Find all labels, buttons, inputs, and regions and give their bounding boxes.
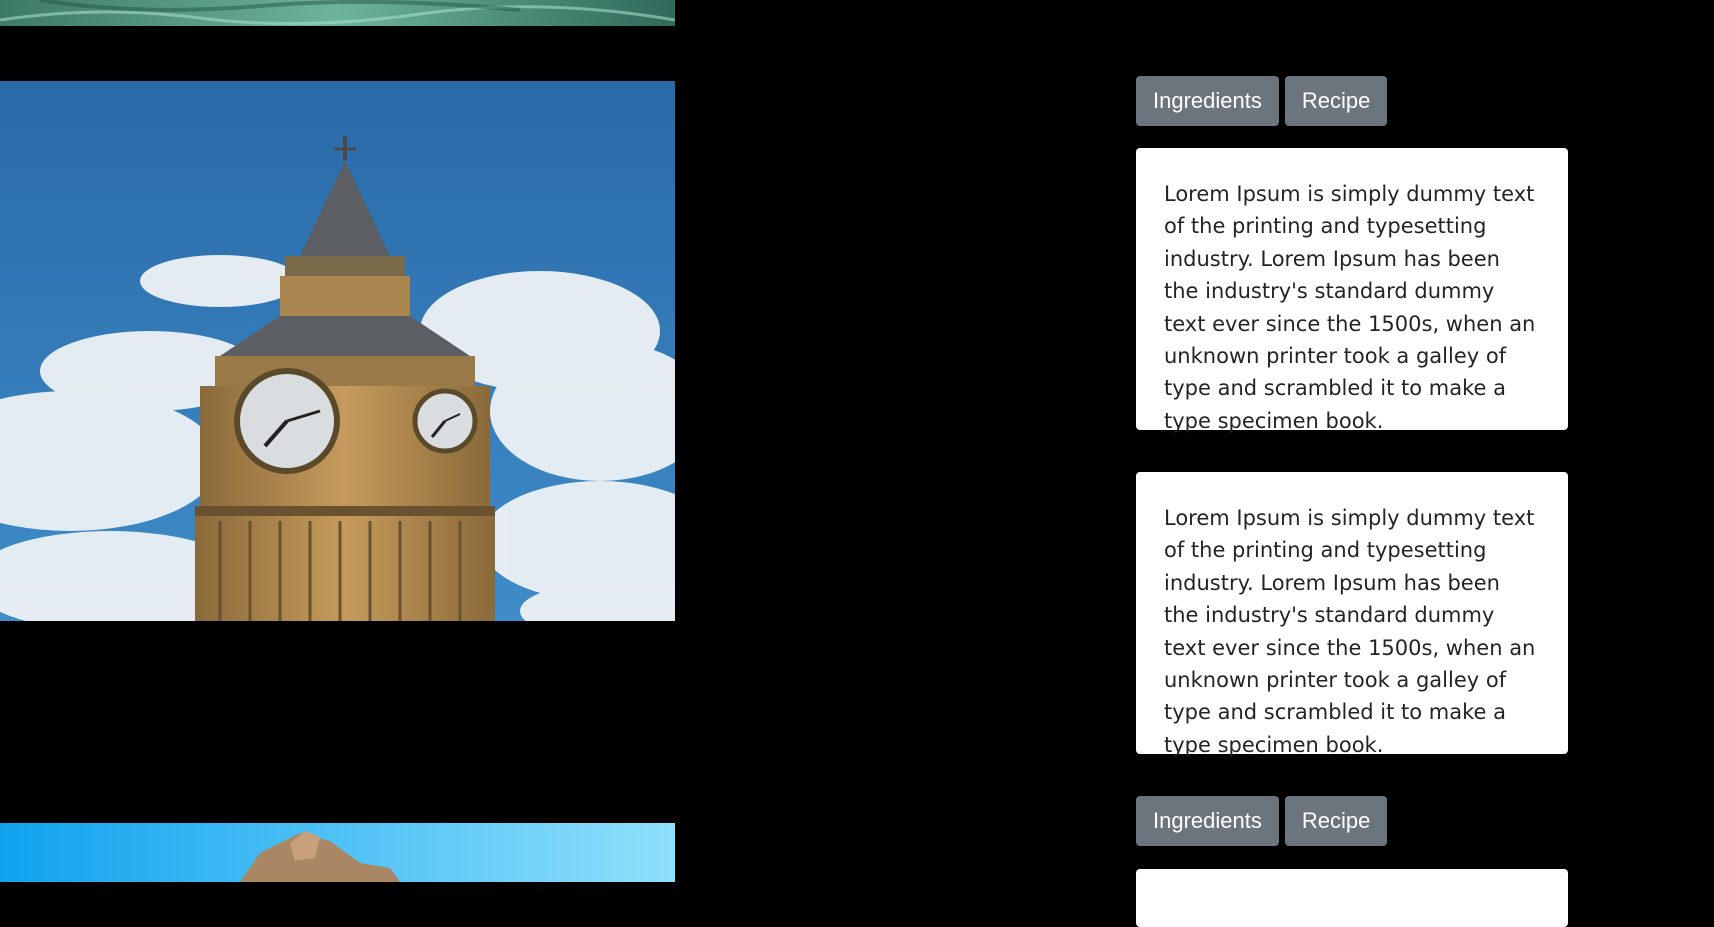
card-text: Lorem Ipsum is simply dummy text of the … — [1164, 182, 1536, 433]
recipe-button[interactable]: Recipe — [1284, 76, 1388, 126]
card-text: Lorem Ipsum is simply dummy text of the … — [1164, 506, 1536, 757]
description-card: Lorem Ipsum is simply dummy text of the … — [1136, 148, 1568, 433]
statue-photo — [0, 0, 675, 26]
ingredients-button[interactable]: Ingredients — [1136, 796, 1279, 846]
description-card — [1136, 869, 1568, 927]
castle-photo — [0, 823, 675, 882]
ingredients-button[interactable]: Ingredients — [1136, 76, 1279, 126]
section-1-button-group: Ingredients Recipe — [1136, 76, 1388, 126]
clock-tower-photo — [0, 81, 675, 621]
section-2-button-group: Ingredients Recipe — [1136, 796, 1388, 846]
recipe-button[interactable]: Recipe — [1284, 796, 1388, 846]
description-card: Lorem Ipsum is simply dummy text of the … — [1136, 472, 1568, 757]
